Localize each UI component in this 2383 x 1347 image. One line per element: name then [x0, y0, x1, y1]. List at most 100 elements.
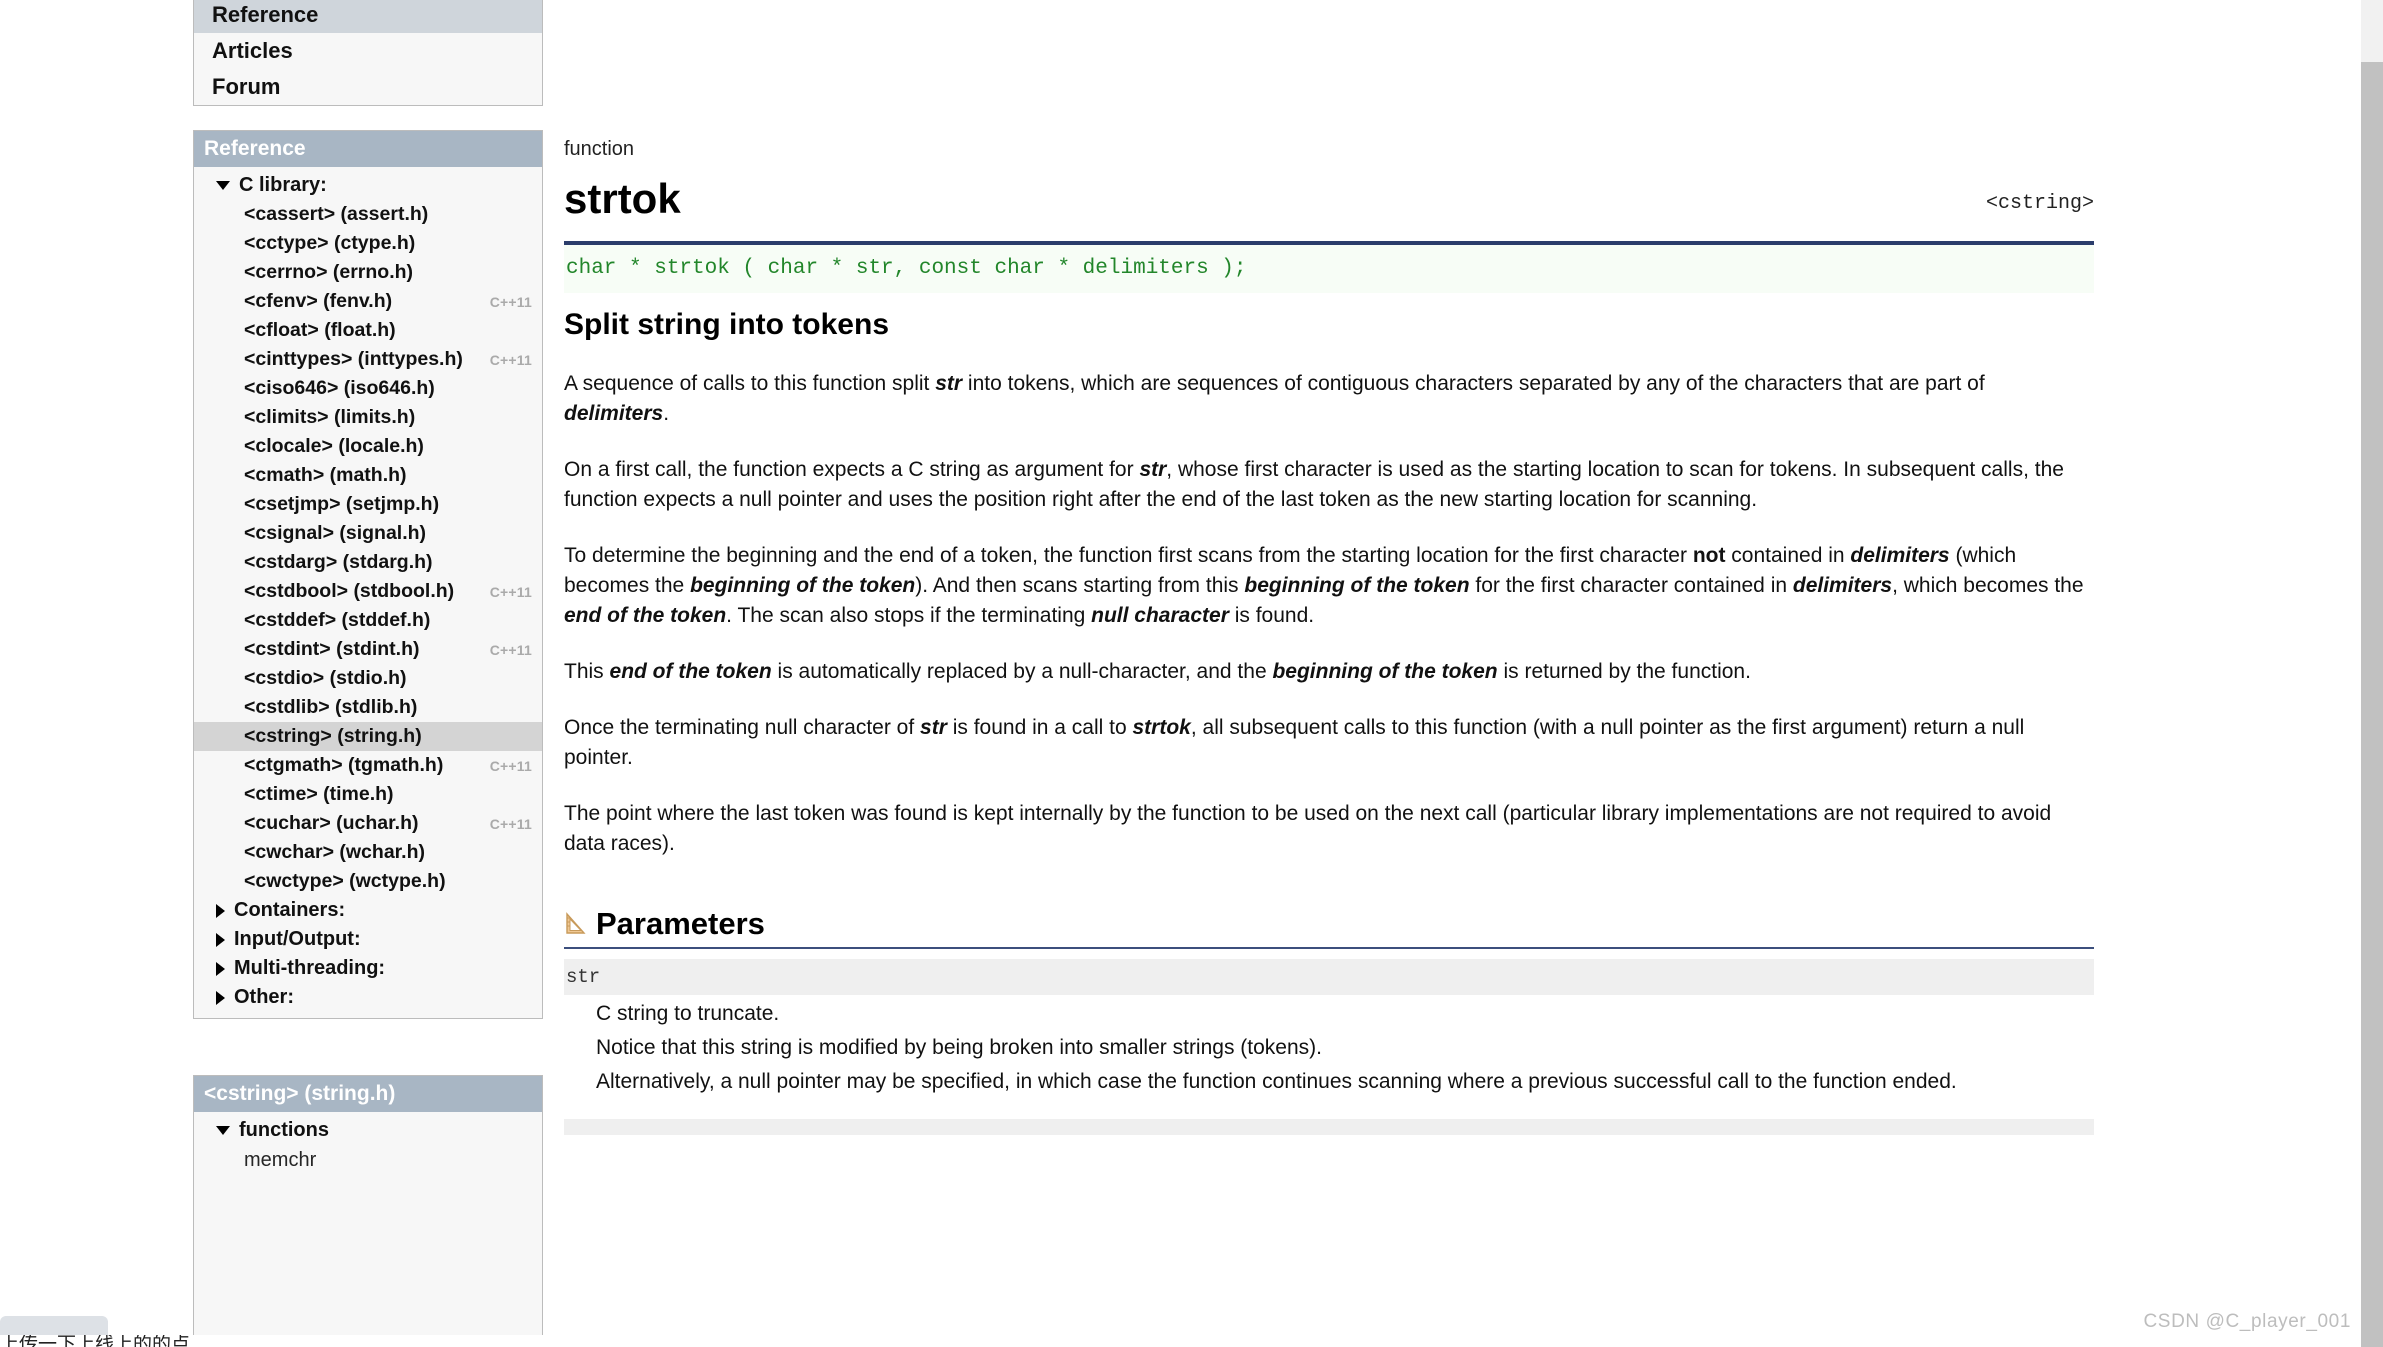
cxx11-badge: C++11	[489, 583, 532, 600]
page-scrollbar[interactable]	[2361, 0, 2383, 1347]
cstring-tree: functions memchr	[194, 1112, 542, 1181]
tree-item-header[interactable]: <cstdarg> (stdarg.h)	[194, 548, 542, 577]
tree-item-header[interactable]: <csetjmp> (setjmp.h)	[194, 490, 542, 519]
tree-item-label: <cuchar> (uchar.h)	[244, 812, 419, 834]
cstring-panel: <cstring> (string.h) functions memchr	[193, 1075, 543, 1347]
tree-item-header[interactable]: <csignal> (signal.h)	[194, 519, 542, 548]
nav-item-reference[interactable]: Reference	[194, 0, 542, 33]
parameter-description-line: Notice that this string is modified by b…	[596, 1036, 1322, 1059]
nav-item-articles[interactable]: Articles	[194, 33, 542, 69]
paragraph-text: contained in	[1725, 544, 1851, 567]
tree-item-header[interactable]: <cstdint> (stdint.h) C++11	[194, 635, 542, 664]
parameters-heading: Parameters	[596, 906, 765, 941]
paragraph-text: The point where the last token was found…	[564, 802, 2052, 855]
tree-item-header[interactable]: <cwctype> (wctype.h)	[194, 867, 542, 896]
tree-item-header[interactable]: <cfloat> (float.h)	[194, 316, 542, 345]
tree-item-header[interactable]: <cerrno> (errno.h)	[194, 258, 542, 287]
tree-item-label: <ctime> (time.h)	[244, 783, 394, 805]
tree-item-label: <cmath> (math.h)	[244, 464, 407, 486]
tree-item-header[interactable]: <cmath> (math.h)	[194, 461, 542, 490]
tree-item-label: <cstdlib> (stdlib.h)	[244, 696, 418, 718]
tree-node-functions[interactable]: functions	[194, 1116, 542, 1145]
tree-item-label: <cerrno> (errno.h)	[244, 261, 414, 283]
paragraph-text: is returned by the function.	[1497, 660, 1751, 683]
nav-item-forum[interactable]: Forum	[194, 69, 542, 105]
tree-node-category[interactable]: Input/Output:	[194, 925, 542, 954]
function-signature: char * strtok ( char * str, const char *…	[564, 245, 2094, 293]
tree-node-label: C library:	[239, 174, 327, 196]
tree-item-header[interactable]: <cwchar> (wchar.h)	[194, 838, 542, 867]
paragraph-text: into tokens, which are sequences of cont…	[962, 372, 1985, 395]
tree-item-header[interactable]: <ciso646> (iso646.h)	[194, 374, 542, 403]
tree-item-header[interactable]: <climits> (limits.h)	[194, 403, 542, 432]
paragraph-text: , which becomes the	[1892, 574, 2084, 597]
chevron-right-icon	[216, 961, 225, 976]
cxx11-badge: C++11	[489, 757, 532, 774]
tree-item-label: <cstdint> (stdint.h)	[244, 638, 420, 660]
tree-node-c-library[interactable]: C library:	[194, 171, 542, 200]
emphasized-term: end of the token	[564, 604, 727, 627]
tree-node-label: Input/Output:	[234, 928, 361, 950]
header-list: <cassert> (assert.h) <cctype> (ctype.h) <c…	[194, 200, 542, 896]
entity-kind-label: function	[564, 138, 635, 160]
top-nav-panel: Reference Articles Forum	[193, 0, 543, 106]
tree-item-label: <ciso646> (iso646.h)	[244, 377, 435, 399]
tree-node-category[interactable]: Containers:	[194, 896, 542, 925]
parameter-description: C string to truncate. Notice that this st…	[564, 995, 2094, 1097]
tree-item-header[interactable]: <cassert> (assert.h)	[194, 200, 542, 229]
category-list: Containers: Input/Output: Multi-threading:…	[194, 896, 542, 1012]
tree-node-label: Other:	[234, 986, 294, 1008]
cxx11-badge: C++11	[489, 641, 532, 658]
paragraph-text: Once the terminating null character of	[564, 716, 921, 739]
paragraph-text: To determine the beginning and the end o…	[564, 544, 1693, 567]
paragraph-text: On a first call, the function expects a …	[564, 458, 1140, 481]
page-subtitle: Split string into tokens	[564, 308, 890, 341]
paragraph-text: . The scan also stops if the terminating	[726, 604, 1092, 627]
tree-node-category[interactable]: Other:	[194, 983, 542, 1012]
emphasized-term: delimiters	[564, 402, 664, 425]
parameter-description-line: C string to truncate.	[596, 1002, 780, 1025]
paragraph-text: A sequence of calls to this function spl…	[564, 372, 936, 395]
tree-node-label: Containers:	[234, 899, 346, 921]
main-content: function strtok <cstring> char * strtok …	[564, 0, 2094, 1135]
emphasized-term: str	[935, 372, 963, 395]
parameter-name: str	[564, 959, 2094, 995]
tree-item-header[interactable]: <cstdbool> (stdbool.h) C++11	[194, 577, 542, 606]
tree-item-header[interactable]: <cstddef> (stddef.h)	[194, 606, 542, 635]
watermark: CSDN @C_player_001	[2143, 1311, 2351, 1332]
chevron-right-icon	[216, 932, 225, 947]
tree-item-header[interactable]: <cstdio> (stdio.h)	[194, 664, 542, 693]
emphasized-term: str	[920, 716, 947, 739]
paragraph-text: is found.	[1228, 604, 1315, 627]
paragraph-text: for the first character contained in	[1469, 574, 1793, 597]
cxx11-badge: C++11	[489, 293, 532, 310]
tree-item-label: <cwctype> (wctype.h)	[244, 870, 446, 892]
description-paragraph: Once the terminating null character of s…	[564, 713, 2094, 773]
scrollbar-thumb[interactable]	[2361, 62, 2383, 1347]
tree-item-header[interactable]: <clocale> (locale.h)	[194, 432, 542, 461]
tree-item-header[interactable]: <cfenv> (fenv.h) C++11	[194, 287, 542, 316]
title-row: strtok <cstring>	[564, 176, 2094, 232]
parameter-description-line: Alternatively, a null pointer may be spe…	[596, 1070, 1957, 1093]
parameters-section-head: Parameters	[564, 907, 2094, 941]
header-reference-link[interactable]: <cstring>	[1986, 192, 2094, 215]
parameters-trailing-block	[564, 1119, 2094, 1135]
tree-item-header[interactable]: <cinttypes> (inttypes.h) C++11	[194, 345, 542, 374]
emphasized-term: beginning of the token	[690, 574, 916, 597]
tree-item-label: <cstdbool> (stdbool.h)	[244, 580, 455, 602]
tree-item-header[interactable]: <ctime> (time.h)	[194, 780, 542, 809]
emphasized-term: str	[1139, 458, 1167, 481]
nav-item-label: Articles	[212, 38, 293, 63]
description-paragraph: A sequence of calls to this function spl…	[564, 369, 2094, 429]
tree-item-header[interactable]: <cstring> (string.h)	[194, 722, 542, 751]
tree-item-header[interactable]: <cstdlib> (stdlib.h)	[194, 693, 542, 722]
tree-item-header[interactable]: <cctype> (ctype.h)	[194, 229, 542, 258]
tree-item-header[interactable]: <cuchar> (uchar.h) C++11	[194, 809, 542, 838]
tree-item-label: <cwchar> (wchar.h)	[244, 841, 425, 863]
tree-item-label: <cstddef> (stddef.h)	[244, 609, 431, 631]
tree-node-category[interactable]: Multi-threading:	[194, 954, 542, 983]
tree-item-header[interactable]: <ctgmath> (tgmath.h) C++11	[194, 751, 542, 780]
tree-item-label: <cassert> (assert.h)	[244, 203, 429, 225]
tree-item-label: <cfenv> (fenv.h)	[244, 290, 393, 312]
function-link-memchr[interactable]: memchr	[194, 1145, 542, 1175]
